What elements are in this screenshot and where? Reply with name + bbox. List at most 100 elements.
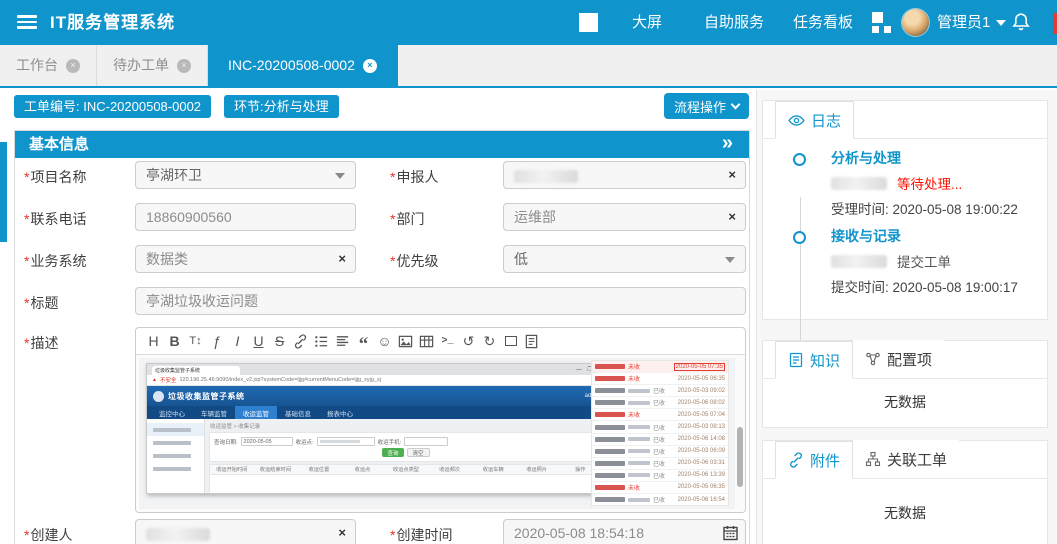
- log-entry-status: 提交工单: [897, 251, 951, 271]
- mini-table: 收运开始时间收运结束时间收运位置收运点收运点类型收运频次收运车辆收运照片操作: [209, 464, 603, 493]
- embedded-screenshot[interactable]: 垃圾收集监管子系统 — ❐ × ▲ 不安全 120.196.25.46:9090…: [139, 358, 735, 509]
- underline-icon[interactable]: U: [251, 331, 266, 351]
- table-icon[interactable]: [419, 331, 434, 351]
- list-icon[interactable]: [314, 331, 329, 351]
- clear-icon[interactable]: ×: [338, 520, 346, 544]
- tab-attachments[interactable]: 附件: [775, 441, 853, 479]
- department-label: *部门: [390, 209, 424, 229]
- priority-select[interactable]: 低: [503, 245, 746, 273]
- title-label: *标题: [24, 293, 58, 313]
- tab-label: 工作台: [16, 45, 58, 86]
- bold-icon[interactable]: B: [167, 331, 182, 351]
- tab-ticket[interactable]: INC-20200508-0002 ×: [208, 45, 398, 86]
- created-time-field[interactable]: 2020-05-08 18:54:18: [503, 519, 746, 544]
- editor-scrollbar[interactable]: [737, 427, 743, 487]
- tab-config-item[interactable]: 配置项: [853, 340, 944, 378]
- fullscreen-icon[interactable]: [503, 331, 518, 351]
- tab-log-label: 日志: [811, 110, 841, 131]
- mini-date-input: 2020-05-05: [241, 437, 293, 446]
- mini-record-row: 已收2020-05-06 03:31: [592, 458, 728, 470]
- timeline-dot: [793, 153, 806, 166]
- align-icon[interactable]: [335, 331, 350, 351]
- italic-icon[interactable]: I: [230, 331, 245, 351]
- tab-related-tickets[interactable]: 关联工单: [853, 440, 959, 478]
- corner-badge[interactable]: [1053, 13, 1057, 34]
- close-icon[interactable]: ×: [177, 59, 191, 73]
- user-name: 管理员1: [937, 14, 990, 31]
- mini-date-label: 查询日期:: [214, 438, 238, 446]
- mini-record-row: 已收2020-05-06 13:39: [592, 470, 728, 482]
- creator-label: *创建人: [24, 525, 72, 544]
- redacted-value: [146, 528, 210, 541]
- undo-icon[interactable]: ↺: [461, 331, 476, 351]
- clear-icon[interactable]: ×: [728, 204, 736, 230]
- mini-table-header: 收运照片: [515, 466, 559, 473]
- log-card: 日志 分析与处理 等待处理... 受理时间: 2020-05-08 19:00:…: [762, 100, 1048, 320]
- menu-icon[interactable]: [17, 15, 37, 29]
- project-select[interactable]: 亭湖环卫: [135, 161, 356, 189]
- tab-knowledge[interactable]: 知识: [775, 341, 853, 379]
- font-icon[interactable]: ƒ: [209, 331, 224, 351]
- clear-icon[interactable]: ×: [338, 246, 346, 272]
- flow-actions-button[interactable]: 流程操作: [664, 93, 749, 119]
- nav-item-dashboard[interactable]: 大屏: [632, 0, 662, 45]
- log-entry: 接收与记录 提交工单 提交时间: 2020-05-08 19:00:17: [831, 226, 1036, 296]
- redacted-user: [831, 177, 887, 190]
- link-icon[interactable]: [293, 331, 308, 351]
- reporter-field[interactable]: ×: [503, 161, 746, 189]
- phone-field[interactable]: 18860900560: [135, 203, 356, 231]
- chevron-down-icon[interactable]: [335, 173, 345, 179]
- mini-app-title: 垃圾收集监管子系统: [168, 391, 245, 402]
- chevron-down-icon: [996, 20, 1006, 26]
- log-entry-time: 提交时间: 2020-05-08 19:00:17: [831, 276, 1036, 296]
- mini-nav-item: 报表中心: [319, 406, 361, 419]
- user-menu[interactable]: 管理员1: [937, 0, 1006, 45]
- title-field[interactable]: 亭湖垃圾收运问题: [135, 287, 746, 315]
- tab-workbench[interactable]: 工作台 ×: [0, 45, 97, 86]
- mini-sidebar-item: [147, 423, 204, 436]
- close-icon[interactable]: ×: [66, 59, 80, 73]
- molecule-icon: [865, 351, 881, 367]
- chevron-down-icon[interactable]: [725, 257, 735, 263]
- clear-icon[interactable]: ×: [728, 162, 736, 188]
- department-field[interactable]: 运维部×: [503, 203, 746, 231]
- tab-todo[interactable]: 待办工单 ×: [97, 45, 208, 86]
- mini-main: 收运监管 > 收集记录 查询日期: 2020-05-05 收运点: 收运手机:: [205, 419, 607, 493]
- timeline-dot: [793, 231, 806, 244]
- attachment-card: 附件 关联工单 无数据: [762, 440, 1048, 544]
- creator-field[interactable]: ×: [135, 519, 356, 544]
- emoji-icon[interactable]: ☺: [377, 331, 392, 351]
- preview-icon[interactable]: [524, 331, 539, 351]
- sidebar-handle[interactable]: [0, 142, 7, 242]
- heading-icon[interactable]: H: [146, 331, 161, 351]
- mini-clear-button: 清空: [407, 448, 430, 457]
- mini-breadcrumb: 收运监管 > 收集记录: [210, 422, 603, 430]
- font-size-icon[interactable]: T↕: [188, 331, 203, 351]
- quote-icon[interactable]: “: [356, 331, 371, 351]
- avatar[interactable]: [902, 9, 929, 36]
- rich-text-editor[interactable]: H B T↕ ƒ I U S “ ☺ >_ ↺ ↻: [135, 327, 746, 513]
- nav-item-taskboard[interactable]: 任务看板: [793, 0, 853, 45]
- close-icon[interactable]: ×: [363, 59, 377, 73]
- apps-grid-icon[interactable]: [872, 12, 893, 33]
- mini-point-label: 收运点:: [296, 438, 314, 446]
- collapse-icon[interactable]: »: [722, 131, 733, 156]
- fullscreen-icon[interactable]: [579, 13, 598, 32]
- system-field[interactable]: 数据类×: [135, 245, 356, 273]
- image-icon[interactable]: [398, 331, 413, 351]
- log-entry-time: 受理时间: 2020-05-08 19:00:22: [831, 198, 1036, 218]
- code-icon[interactable]: >_: [440, 331, 455, 351]
- editor-content[interactable]: 垃圾收集监管子系统 — ❐ × ▲ 不安全 120.196.25.46:9090…: [136, 355, 745, 513]
- empty-state: 无数据: [763, 379, 1047, 425]
- ticket-number-badge: 工单编号: INC-20200508-0002: [14, 95, 211, 118]
- mini-record-row: 已收2020-05-03 08:13: [592, 421, 728, 433]
- tab-label: 待办工单: [113, 45, 169, 86]
- notification-bell-icon[interactable]: [1010, 11, 1032, 33]
- calendar-icon[interactable]: [723, 525, 738, 541]
- strikethrough-icon[interactable]: S: [272, 331, 287, 351]
- mini-record-row: 未收2020-05-05 06:35: [592, 482, 728, 494]
- mini-nav-item: 收运监管: [235, 406, 277, 419]
- redo-icon[interactable]: ↻: [482, 331, 497, 351]
- nav-item-selfservice[interactable]: 自助服务: [704, 0, 764, 45]
- tab-log[interactable]: 日志: [775, 101, 854, 139]
